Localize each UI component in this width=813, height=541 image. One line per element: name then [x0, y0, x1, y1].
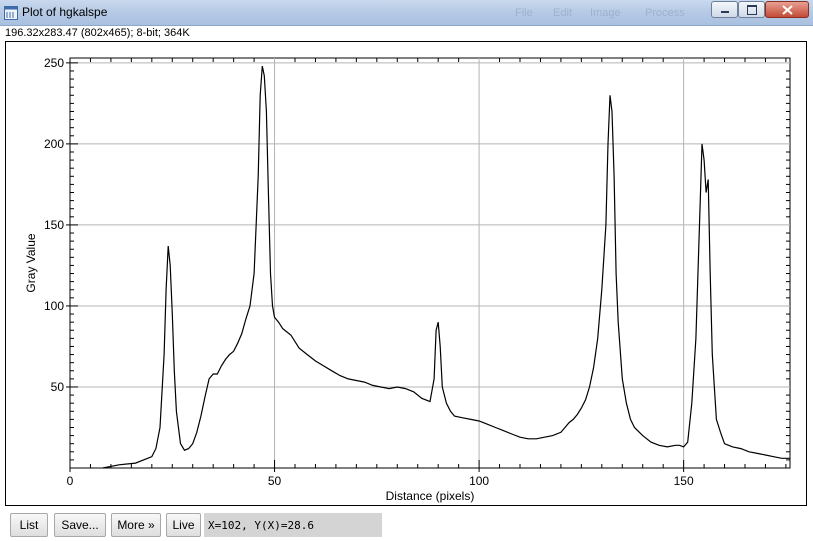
x-tick-label: 150	[674, 474, 694, 488]
close-button[interactable]	[765, 1, 809, 18]
maximize-icon	[747, 5, 757, 15]
y-tick-label: 150	[44, 218, 64, 232]
plot-window-icon	[4, 6, 18, 20]
ghost-menu-process: Process	[645, 7, 685, 19]
window-title-bar[interactable]: Plot of hgkalspe File Edit Image Process	[0, 0, 813, 26]
x-tick-label: 50	[268, 474, 282, 488]
ghost-menu-edit: Edit	[553, 7, 572, 19]
x-tick-label: 100	[469, 474, 489, 488]
ghost-menu-file: File	[515, 7, 533, 19]
more-button[interactable]: More »	[111, 513, 161, 537]
ghost-menu-image: Image	[590, 7, 621, 19]
coordinates-readout: X=102, Y(X)=28.6	[204, 513, 382, 537]
plot-panel[interactable]: 50 100 150 200 250 0 50 100 150 Distance (pixels…	[5, 41, 807, 506]
live-button[interactable]: Live	[166, 513, 201, 537]
y-tick-label: 50	[51, 380, 65, 394]
minimize-icon	[721, 11, 729, 13]
profile-line	[102, 65, 790, 469]
save-button[interactable]: Save...	[54, 513, 106, 537]
maximize-button[interactable]	[738, 1, 765, 18]
x-tick-label: 0	[67, 474, 74, 488]
y-tick-label: 200	[44, 137, 64, 151]
image-info-line: 196.32x283.47 (802x465); 8-bit; 364K	[5, 27, 190, 39]
list-button[interactable]: List	[10, 513, 48, 537]
x-axis-label: Distance (pixels)	[386, 489, 475, 503]
y-tick-label: 100	[44, 299, 64, 313]
profile-plot[interactable]: 50 100 150 200 250 0 50 100 150 Distance (pixels…	[6, 42, 806, 505]
plot-area-border	[69, 57, 791, 469]
window-title: Plot of hgkalspe	[22, 5, 108, 19]
close-icon	[782, 5, 793, 15]
y-axis-label: Gray Value	[24, 233, 38, 292]
minimize-button[interactable]	[711, 1, 738, 18]
y-tick-label: 250	[44, 56, 64, 70]
